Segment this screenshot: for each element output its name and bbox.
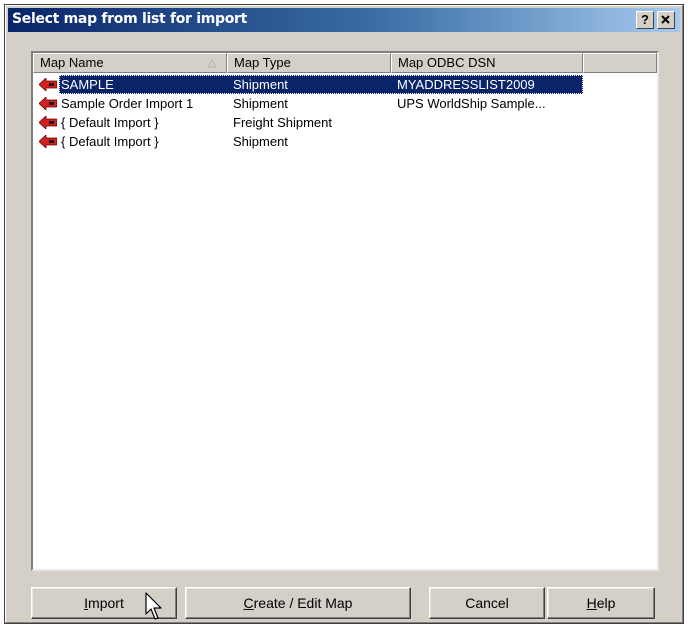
list-rows: SAMPLE Shipment MYADDRESSLIST2009 Sample Or… [33,75,657,151]
map-type-cell: Shipment [233,77,288,92]
map-name-cell: { Default Import } [61,134,159,149]
close-button[interactable] [657,11,675,29]
column-label: Map Name [40,55,104,70]
access-key: H [586,595,597,611]
import-map-arrow-icon [39,78,57,91]
map-dsn-cell: MYADDRESSLIST2009 [397,77,535,92]
import-map-arrow-icon [39,116,57,129]
mouse-pointer-icon [145,592,162,620]
window-title: Select map from list for import [12,11,248,27]
help-button[interactable]: Help [547,587,655,619]
column-header-empty[interactable] [583,53,657,73]
map-list[interactable]: Map Name △ Map Type Map ODBC DSN SAMPLE S… [31,51,659,571]
list-item[interactable]: { Default Import } Shipment [33,132,657,151]
list-item[interactable]: { Default Import } Freight Shipment [33,113,657,132]
cancel-button[interactable]: Cancel [429,587,545,619]
button-text: mport [88,595,124,611]
map-name-cell: Sample Order Import 1 [61,96,194,111]
column-header-map-type[interactable]: Map Type [227,53,391,73]
sort-ascending-icon: △ [207,57,216,69]
map-name-cell: { Default Import } [61,115,159,130]
map-name-cell: SAMPLE [61,77,114,92]
access-key: C [243,595,254,611]
column-header-map-dsn[interactable]: Map ODBC DSN [391,53,583,73]
title-bar[interactable]: Select map from list for import ? [8,8,680,32]
list-item[interactable]: Sample Order Import 1 Shipment UPS WorldSh… [33,94,657,113]
help-title-button[interactable]: ? [636,11,654,29]
import-map-dialog: Select map from list for import ? Map Na… [4,4,684,624]
close-icon [661,15,670,24]
button-text: elp [596,595,616,611]
map-type-cell: Shipment [233,134,288,149]
list-header: Map Name △ Map Type Map ODBC DSN [33,53,657,73]
column-header-map-name[interactable]: Map Name △ [33,53,227,73]
import-map-arrow-icon [39,97,57,110]
button-text: reate / Edit Map [253,595,353,611]
map-type-cell: Shipment [233,96,288,111]
create-edit-map-button[interactable]: Create / Edit Map [185,587,411,619]
import-map-arrow-icon [39,135,57,148]
map-type-cell: Freight Shipment [233,115,332,130]
map-dsn-cell: UPS WorldShip Sample... [397,96,546,111]
column-label: Map Type [234,55,291,70]
button-text: Cancel [465,595,509,611]
list-item[interactable]: SAMPLE Shipment MYADDRESSLIST2009 [33,75,657,94]
column-label: Map ODBC DSN [398,55,496,70]
